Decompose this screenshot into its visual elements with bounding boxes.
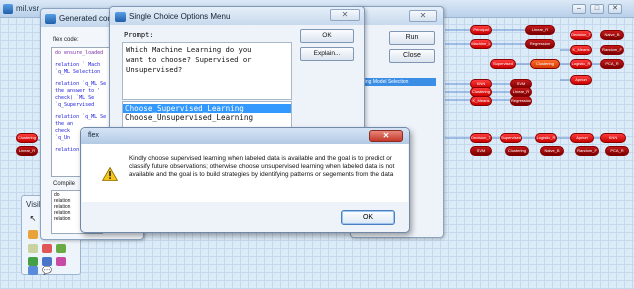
selected-node-label[interactable]: ning Model Selection — [360, 78, 436, 86]
graph-node[interactable]: Naive_B — [600, 30, 624, 40]
graph-node[interactable]: PCA_R — [605, 146, 629, 156]
message-title: flex — [88, 132, 99, 139]
question-node-tool-icon[interactable] — [28, 244, 38, 253]
ok-button[interactable]: OK — [300, 29, 354, 43]
explain-button[interactable]: Explain... — [300, 47, 354, 61]
app-icon — [115, 12, 126, 22]
graph-node[interactable]: SVM — [470, 146, 492, 156]
graph-node[interactable]: Naive_B — [540, 146, 564, 156]
flex-code-label: flex code: — [53, 37, 79, 43]
message-body: Kindly choose supervised learning when l… — [82, 144, 408, 202]
warning-icon — [102, 167, 118, 181]
message-titlebar[interactable]: flex ✕ — [81, 128, 409, 144]
graph-node[interactable]: Linear_R — [525, 25, 555, 35]
graph-node[interactable]: Logistic_R — [535, 133, 557, 143]
option-item[interactable]: Choose_Unsupervised_Learning — [123, 113, 291, 122]
code-node-tool-icon[interactable] — [28, 257, 38, 266]
prompt-textbox[interactable]: Which Machine Learning do you want to ch… — [122, 42, 292, 100]
flex-message-dialog: flex ✕ Kindly choose supervised learning… — [80, 127, 410, 233]
graph-node[interactable]: Clustering — [505, 146, 529, 156]
graph-node[interactable]: Random_F — [600, 45, 624, 55]
close-icon[interactable]: ✕ — [330, 9, 360, 21]
close-button[interactable]: Close — [389, 49, 435, 63]
graph-node[interactable]: Linear_R — [16, 146, 38, 156]
ok-button[interactable]: OK — [341, 210, 395, 225]
graph-node[interactable]: Principal — [470, 25, 492, 35]
graph-node[interactable]: Decision_T — [570, 30, 592, 40]
graph-node[interactable]: Regression — [510, 96, 532, 106]
answer-node-tool-icon[interactable] — [42, 244, 52, 253]
close-icon[interactable]: ✕ — [409, 10, 437, 22]
compile-label: Compile — [53, 181, 76, 187]
graph-node[interactable]: Regression — [525, 39, 555, 49]
graph-node[interactable]: Supervised — [490, 59, 516, 69]
app-icon — [45, 14, 56, 24]
graph-node[interactable]: Clustering — [16, 133, 38, 143]
continuation-tool-icon[interactable] — [56, 257, 66, 266]
graph-node[interactable]: Apriori — [570, 75, 592, 85]
graph-node[interactable]: Decision_T — [470, 133, 492, 143]
start-node-tool-icon[interactable] — [28, 230, 38, 239]
prompt-label: Prompt: — [124, 31, 154, 39]
comment-tool-icon[interactable] — [28, 266, 38, 275]
link-tool-icon[interactable] — [42, 257, 52, 266]
pointer-tool-icon[interactable]: ↖ — [28, 214, 38, 223]
graph-node[interactable]: Supervised — [500, 133, 522, 143]
graph-node[interactable]: K_Means — [470, 96, 492, 106]
speech-bubble-icon[interactable]: 💬 — [42, 266, 52, 275]
graph-node[interactable]: Apriori — [570, 133, 594, 143]
prompt-text: Which Machine Learning do you want to ch… — [126, 45, 252, 74]
message-text: Kindly choose supervised learning when l… — [129, 155, 395, 178]
choice-titlebar[interactable]: Single Choice Options Menu ✕ — [110, 7, 364, 25]
graph-node[interactable]: Random_F — [575, 146, 599, 156]
graph-node[interactable]: Machine_L — [470, 39, 492, 49]
graph-node[interactable]: PCA_R — [600, 59, 624, 69]
close-icon[interactable]: ✕ — [369, 130, 403, 142]
expression-tool-icon[interactable] — [56, 244, 66, 253]
code-window-title: Generated code — [59, 14, 117, 23]
graph-node[interactable]: KNN — [600, 133, 626, 143]
graph-node-selected[interactable]: Clustering — [530, 59, 560, 69]
graph-node[interactable]: K_Means — [570, 45, 592, 55]
run-button[interactable]: Run — [389, 31, 435, 45]
graph-node[interactable]: Logistic_R — [570, 59, 592, 69]
dialog-title: Single Choice Options Menu — [129, 12, 231, 21]
option-item[interactable]: Choose_Supervised_Learning — [123, 104, 291, 113]
